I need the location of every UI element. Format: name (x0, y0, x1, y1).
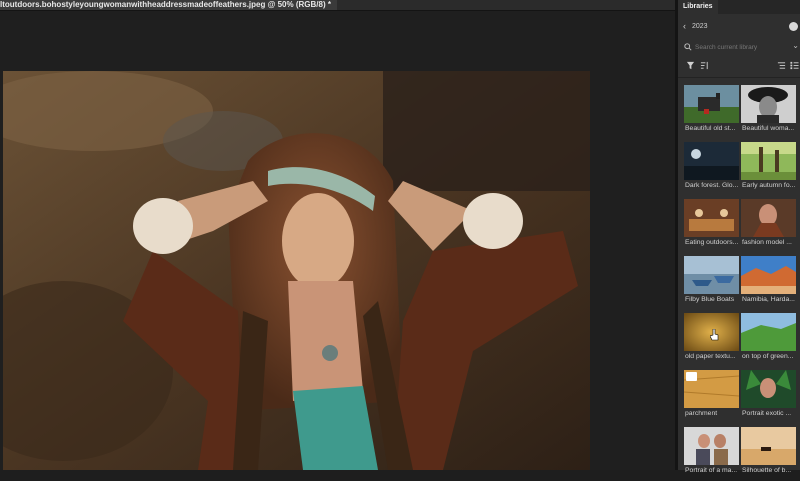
item-thumbnail (741, 199, 796, 237)
item-thumbnail (741, 85, 796, 123)
item-label: Portrait of a ma... (685, 467, 738, 474)
library-item[interactable]: Portrait exotic ... (741, 370, 796, 424)
item-label: fashion model ... (742, 239, 792, 246)
item-thumbnail (684, 370, 739, 408)
tab-libraries[interactable]: Libraries (678, 0, 718, 14)
item-label: Portrait exotic ... (742, 410, 792, 417)
library-item[interactable]: Early autumn fo... (741, 142, 796, 196)
item-thumbnail (741, 427, 796, 465)
library-grid: Beautiful old st... Beautiful woma... Da… (684, 85, 796, 481)
item-label: parchment (685, 410, 718, 417)
item-thumbnail (684, 85, 739, 123)
list-view-icon[interactable] (777, 61, 786, 70)
item-thumbnail (684, 199, 739, 237)
cart-icon (686, 372, 697, 381)
library-item[interactable]: Beautiful old st... (684, 85, 739, 139)
library-item[interactable]: old paper textu... (684, 313, 739, 367)
item-thumbnail (684, 313, 739, 351)
item-thumbnail (684, 256, 739, 294)
chevron-down-icon[interactable]: ⌄ (792, 41, 799, 50)
item-thumbnail (684, 427, 739, 465)
item-thumbnail (741, 256, 796, 294)
canvas-area[interactable] (0, 11, 675, 470)
panel-separator (678, 77, 800, 78)
item-label: old paper textu... (685, 353, 736, 360)
item-label: Early autumn fo... (742, 182, 796, 189)
libraries-panel: Libraries ‹ 2023 ⌄ (678, 0, 800, 474)
item-label: Dark forest. Glo... (685, 182, 739, 189)
item-thumbnail (741, 370, 796, 408)
document-tab-bar: ltoutdoors.bohostyleyoungwomanwithheaddr… (0, 0, 675, 11)
search-bar: ⌄ (681, 40, 800, 54)
library-name: 2023 (692, 23, 708, 30)
item-label: Silhouette of b... (742, 467, 792, 474)
library-header: ‹ 2023 (678, 20, 800, 34)
item-label: Eating outdoors... (685, 239, 739, 246)
item-label: on top of green... (742, 353, 794, 360)
hand-cursor-icon (710, 329, 719, 341)
library-item[interactable]: Dark forest. Glo... (684, 142, 739, 196)
item-thumbnail (741, 313, 796, 351)
account-icon[interactable] (789, 22, 798, 31)
chevron-left-icon[interactable]: ‹ (683, 21, 686, 31)
library-item[interactable]: Beautiful woma... (741, 85, 796, 139)
search-icon (684, 43, 692, 51)
library-item[interactable]: Filby Blue Boats (684, 256, 739, 310)
filter-icon[interactable] (686, 61, 695, 70)
library-item[interactable]: fashion model ... (741, 199, 796, 253)
item-label: Beautiful woma... (742, 125, 795, 132)
document-image[interactable] (3, 71, 590, 470)
panel-toolbar (678, 59, 800, 73)
item-label: Beautiful old st... (685, 125, 736, 132)
item-label: Filby Blue Boats (685, 296, 735, 303)
library-item[interactable]: Silhouette of b... (741, 427, 796, 481)
panel-tab-bar: Libraries (678, 0, 800, 14)
library-item[interactable]: parchment (684, 370, 739, 424)
library-item[interactable]: on top of green... (741, 313, 796, 367)
item-label: Namibia, Harda... (742, 296, 795, 303)
sort-icon[interactable] (700, 61, 709, 70)
grid-view-icon[interactable] (790, 61, 799, 70)
search-input[interactable] (695, 41, 785, 53)
item-thumbnail (684, 142, 739, 180)
item-thumbnail (741, 142, 796, 180)
library-item[interactable]: Namibia, Harda... (741, 256, 796, 310)
document-tab[interactable]: ltoutdoors.bohostyleyoungwomanwithheaddr… (0, 0, 337, 10)
library-item[interactable]: Eating outdoors... (684, 199, 739, 253)
library-item[interactable]: Portrait of a ma... (684, 427, 739, 481)
